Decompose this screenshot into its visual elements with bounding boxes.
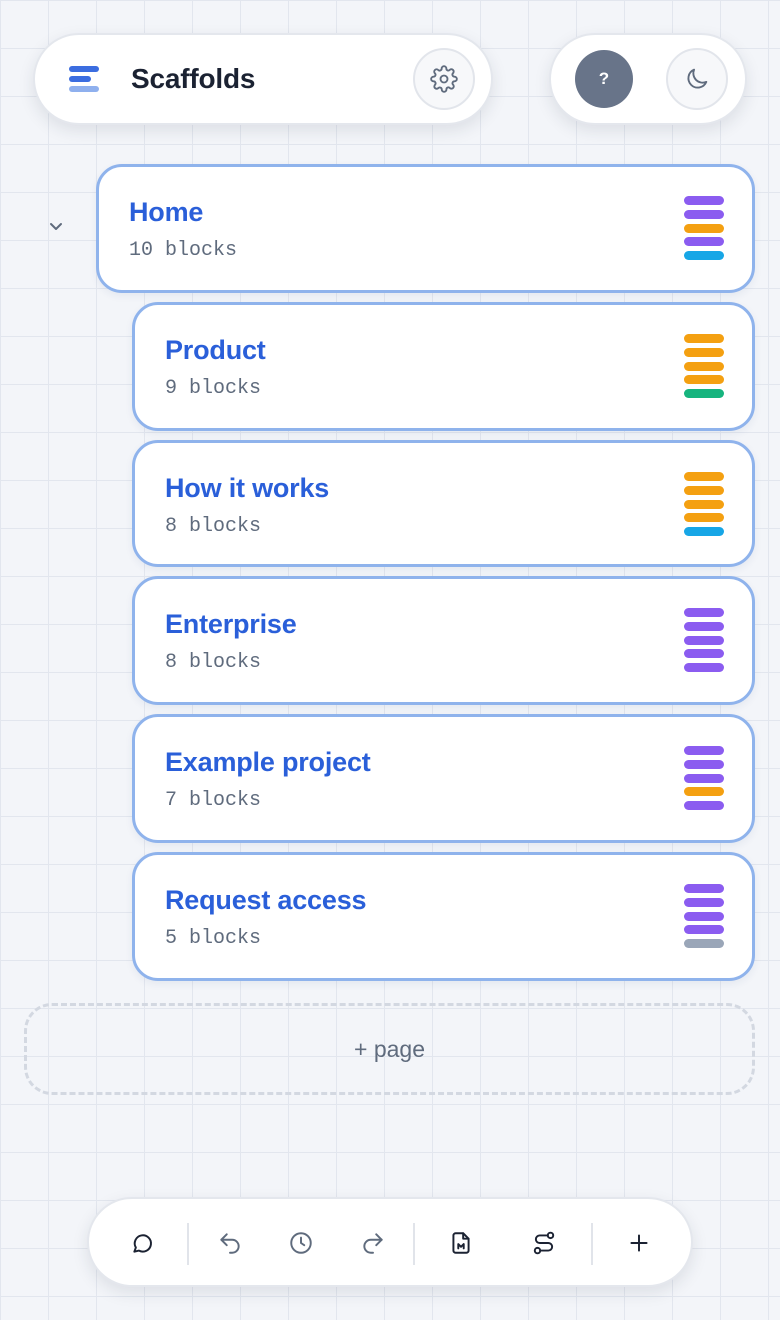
block-stack-icon [684,608,724,677]
route-icon [533,1231,555,1255]
scaffolds-logo-icon [69,66,99,94]
comment-icon [133,1234,152,1253]
page-card-home[interactable]: Home 10 blocks [96,164,755,293]
block-count: 8 blocks [165,651,262,674]
theme-toggle-button[interactable] [666,48,728,110]
help-button[interactable]: ? [575,50,633,108]
block-bar [684,897,724,907]
block-stack-icon [684,884,724,953]
page-card-request-access[interactable]: Request access 5 blocks [132,852,755,981]
page-card-enterprise[interactable]: Enterprise 8 blocks [132,576,755,705]
block-bar [684,621,724,631]
block-bar [684,663,724,673]
block-bar [684,334,724,343]
block-count: 7 blocks [165,789,262,812]
block-bar [684,801,724,811]
block-stack-icon [684,746,724,815]
add-button[interactable] [618,1222,660,1264]
block-count: 10 blocks [129,239,238,262]
block-bar [684,485,724,495]
app-title: Scaffolds [131,63,256,94]
page-title: Example project [165,747,371,777]
block-bar [684,608,724,617]
block-stack-icon [684,472,724,541]
block-count: 9 blocks [165,377,262,400]
block-bar [684,237,724,247]
app-header: Scaffolds [33,33,493,125]
settings-button[interactable] [413,48,475,110]
block-bar [684,746,724,755]
page-card-how-it-works[interactable]: How it works 8 blocks [132,440,755,567]
block-stack-icon [684,334,724,403]
block-bar [684,787,724,797]
block-bar [684,939,724,949]
block-bar [684,635,724,645]
block-bar [684,759,724,769]
block-bar [684,375,724,385]
block-bar [684,911,724,921]
block-bar [684,209,724,219]
flow-button[interactable] [523,1222,565,1264]
header-actions: ? [549,33,747,125]
plus-icon [630,1234,648,1252]
redo-icon [363,1233,383,1254]
block-bar [684,389,724,399]
block-bar [684,347,724,357]
chevron-down-icon [50,223,62,230]
collapse-toggle[interactable] [44,217,68,237]
block-bar [684,472,724,481]
redo-button[interactable] [352,1222,394,1264]
page-card-product[interactable]: Product 9 blocks [132,302,755,431]
block-count: 5 blocks [165,927,262,950]
block-bar [684,361,724,371]
page-title: Product [165,335,266,365]
comment-button[interactable] [122,1222,164,1264]
block-bar [684,884,724,893]
history-icon [290,1232,312,1254]
block-bar [684,196,724,205]
export-file-icon [452,1232,470,1254]
gear-icon [430,65,458,93]
block-bar [684,223,724,233]
page-title: Enterprise [165,609,297,639]
block-bar [684,649,724,659]
bottom-toolbar [87,1197,693,1287]
page-card-example-project[interactable]: Example project 7 blocks [132,714,755,843]
page-title: Request access [165,885,367,915]
undo-icon [220,1233,240,1254]
history-button[interactable] [280,1222,322,1264]
block-bar [684,527,724,537]
block-count: 8 blocks [165,515,262,538]
page-title: Home [129,197,204,227]
block-bar [684,513,724,523]
block-bar [684,773,724,783]
undo-button[interactable] [209,1222,251,1264]
block-bar [684,499,724,509]
help-label: ? [598,69,610,88]
block-stack-icon [684,196,724,265]
moon-icon [687,68,708,89]
page-title: How it works [165,473,330,503]
add-page-button[interactable]: + page [24,1003,755,1095]
block-bar [684,925,724,935]
export-button[interactable] [440,1222,482,1264]
block-bar [684,251,724,261]
